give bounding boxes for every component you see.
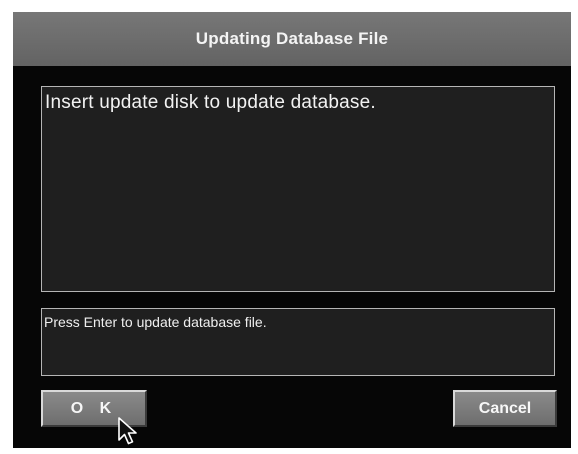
message-panel: Insert update disk to update database. <box>41 86 555 292</box>
cancel-button[interactable]: Cancel <box>453 390 557 427</box>
mouse-pointer-icon <box>118 417 137 445</box>
status-message: Press Enter to update database file. <box>44 314 267 330</box>
dialog-titlebar: Updating Database File <box>13 12 571 66</box>
status-panel: Press Enter to update database file. <box>41 308 555 376</box>
update-database-dialog: Updating Database File Insert update dis… <box>13 12 571 448</box>
dialog-title: Updating Database File <box>195 29 389 48</box>
dialog-message: Insert update disk to update database. <box>45 92 376 113</box>
